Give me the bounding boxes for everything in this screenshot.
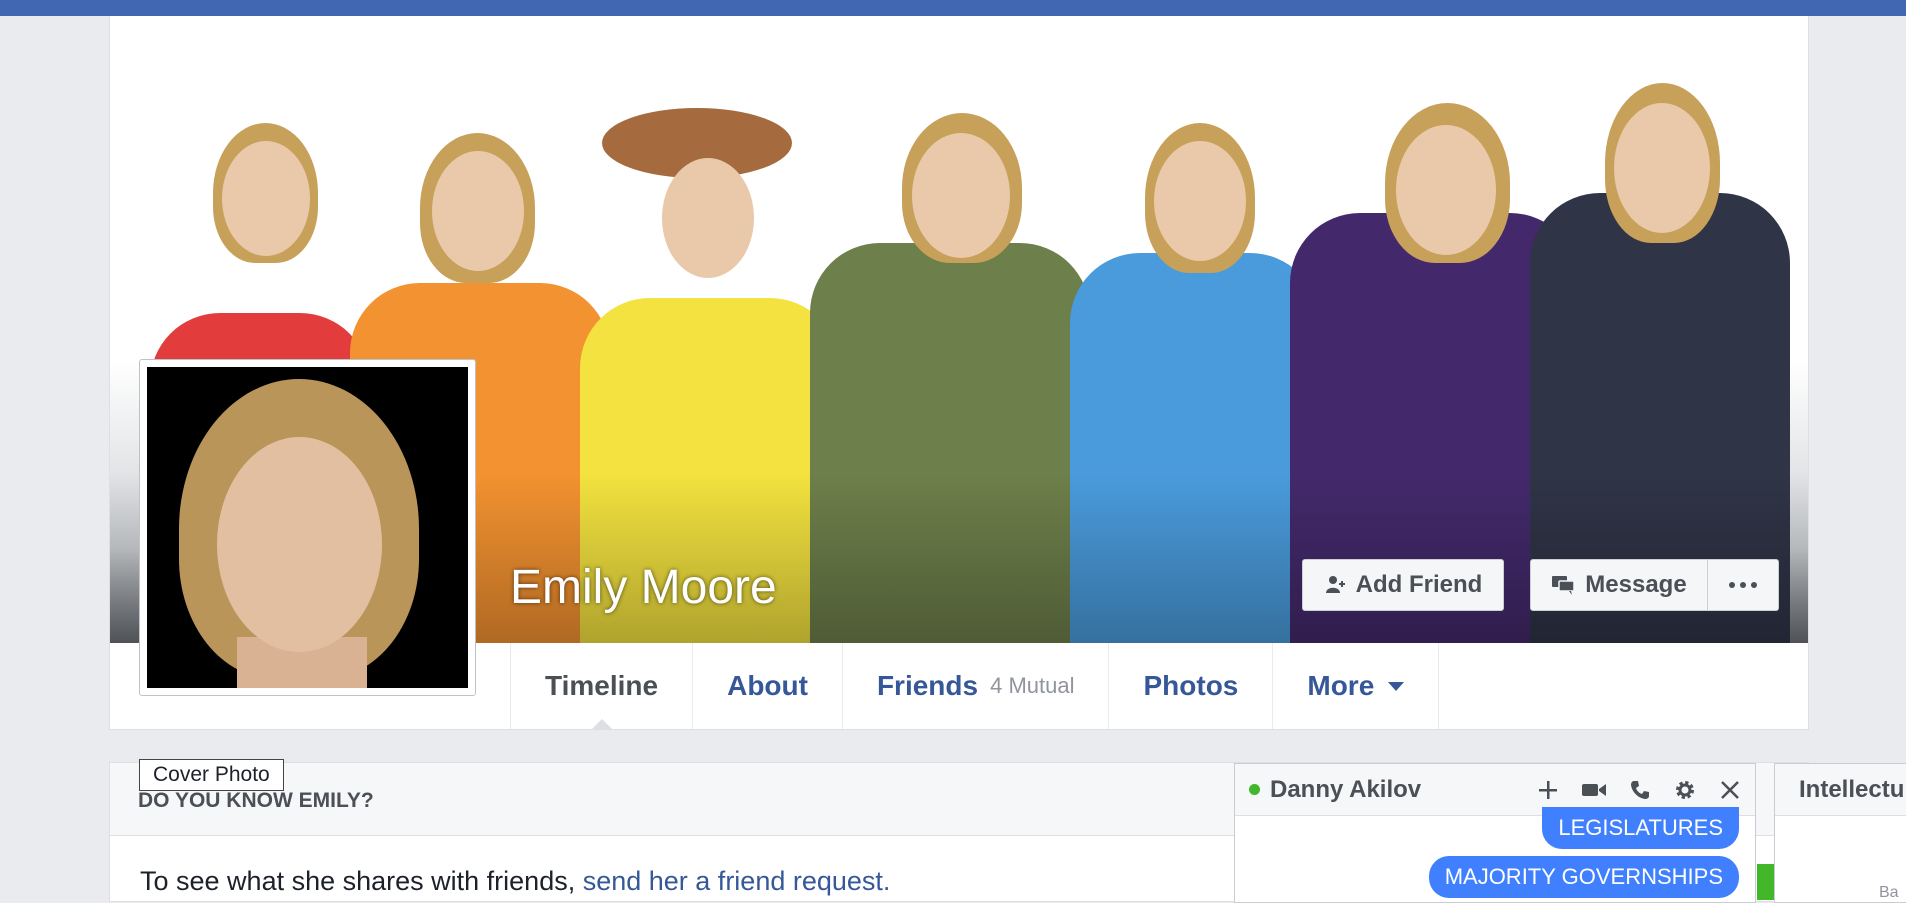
close-icon[interactable]: [1719, 779, 1741, 801]
chat-scroll-indicator: [1757, 864, 1774, 900]
chat-contact-name-secondary[interactable]: Intellectu: [1799, 776, 1904, 804]
profile-picture[interactable]: [139, 359, 476, 696]
friend-request-link[interactable]: send her a friend request.: [583, 866, 891, 896]
cover-photo-tooltip: Cover Photo: [139, 759, 284, 791]
profile-name[interactable]: Emily Moore: [510, 560, 777, 615]
more-dots-icon: [1729, 582, 1757, 588]
chat-header-secondary[interactable]: Intellectu: [1775, 764, 1906, 816]
message-icon: [1552, 576, 1576, 595]
chat-window[interactable]: Danny Akilov LEGISLATURES MAJORITY GOVER…: [1234, 763, 1756, 903]
phone-icon[interactable]: [1629, 779, 1651, 801]
video-icon[interactable]: [1581, 780, 1607, 800]
chat-window-secondary[interactable]: Intellectu Ba: [1774, 763, 1906, 903]
tab-photos[interactable]: Photos: [1108, 643, 1272, 729]
chat-secondary-text: Ba: [1879, 884, 1899, 901]
chat-message: LEGISLATURES: [1542, 807, 1739, 849]
chat-message: MAJORITY GOVERNSHIPS: [1428, 856, 1739, 898]
tab-photos-label: Photos: [1143, 670, 1239, 701]
top-navigation-bar: [0, 0, 1906, 16]
message-label: Message: [1585, 571, 1687, 598]
profile-photo: [147, 367, 468, 688]
tab-friends[interactable]: Friends 4 Mutual: [841, 643, 1109, 729]
add-friend-button[interactable]: Add Friend: [1302, 559, 1504, 611]
message-button[interactable]: Message: [1530, 559, 1708, 611]
tab-about[interactable]: About: [692, 643, 842, 729]
tab-more[interactable]: More: [1272, 643, 1440, 729]
gear-icon[interactable]: [1673, 778, 1697, 802]
tab-friends-label: Friends: [876, 670, 979, 701]
add-friend-label: Add Friend: [1355, 571, 1483, 598]
know-card-text: To see what she shares with friends, sen…: [140, 866, 890, 897]
tab-about-label: About: [727, 670, 808, 701]
tab-more-label: More: [1307, 670, 1375, 701]
more-options-button[interactable]: [1707, 559, 1779, 611]
online-status-icon: [1249, 784, 1260, 795]
tab-timeline-label: Timeline: [545, 670, 659, 701]
tab-timeline[interactable]: Timeline: [510, 643, 692, 730]
mutual-friends-count: 4 Mutual: [990, 673, 1075, 698]
profile-tabs: Timeline About Friends 4 Mutual Photos M…: [510, 643, 1440, 730]
add-person-icon: [1325, 576, 1345, 593]
know-card-title: DO YOU KNOW EMILY?: [138, 789, 374, 812]
chat-contact-name[interactable]: Danny Akilov: [1270, 776, 1537, 804]
know-card-prefix: To see what she shares with friends,: [140, 866, 583, 896]
plus-icon[interactable]: [1537, 779, 1559, 801]
caret-down-icon: [1388, 681, 1405, 691]
